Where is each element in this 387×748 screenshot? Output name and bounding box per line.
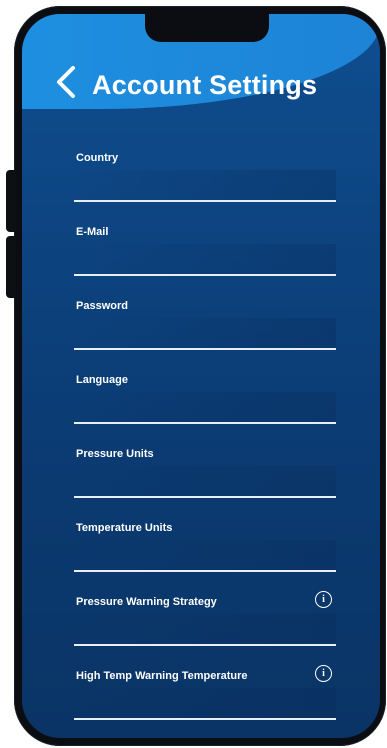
high-temp-warning-input[interactable] [74,688,336,720]
pressure-warning-strategy-input[interactable] [74,614,336,646]
country-label: Country [76,152,119,164]
language-label: Language [76,374,128,386]
pressure-units-field: Pressure Units [74,448,336,508]
email-field: E-Mail [74,226,336,286]
info-icon[interactable]: i [315,591,332,608]
page-title: Account Settings [92,70,318,100]
app-screen: Account Settings Country E-Mail Password… [22,14,380,738]
password-label: Password [76,300,128,312]
high-temp-warning-field: High Temp Warning Temperature i [74,665,336,730]
phone-notch [145,14,269,42]
email-input[interactable] [74,244,336,276]
volume-up-button [6,170,16,232]
language-input[interactable] [74,392,336,424]
country-field: Country [74,152,336,212]
back-chevron-icon[interactable] [52,62,80,102]
country-input[interactable] [74,170,336,202]
high-temp-warning-label: High Temp Warning Temperature [76,670,248,682]
password-input[interactable] [74,318,336,350]
volume-down-button [6,236,16,298]
info-icon[interactable]: i [315,665,332,682]
chevron-left-icon [57,66,75,98]
password-field: Password [74,300,336,360]
pressure-units-label: Pressure Units [76,448,154,460]
pressure-warning-strategy-field: Pressure Warning Strategy i [74,591,336,656]
email-label: E-Mail [76,226,109,238]
temperature-units-label: Temperature Units [76,522,173,534]
pressure-units-input[interactable] [74,466,336,498]
pressure-warning-strategy-label: Pressure Warning Strategy [76,596,217,608]
language-field: Language [74,374,336,434]
temperature-units-input[interactable] [74,540,336,572]
temperature-units-field: Temperature Units [74,522,336,582]
